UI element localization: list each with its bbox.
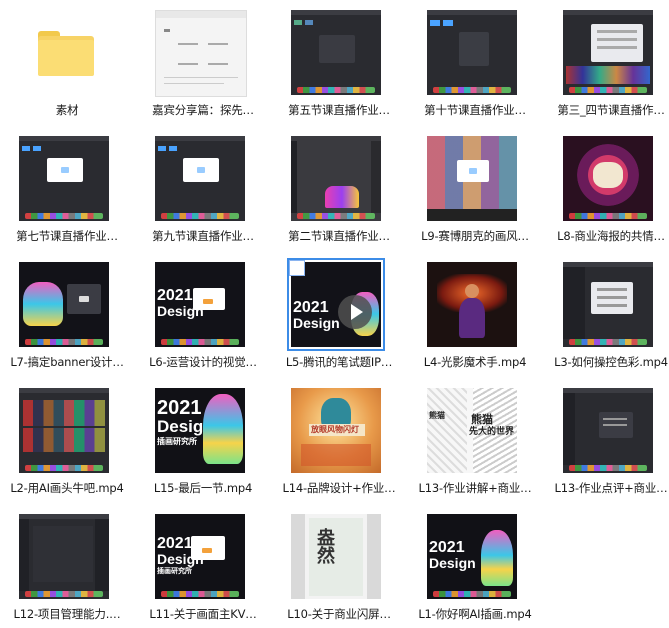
file-item[interactable]: 2021 Design L6-运营设计的视觉… [136, 252, 270, 376]
video-thumbnail [291, 136, 381, 221]
file-item[interactable]: 熊猫 熊猫 先大的世界 L13-作业讲解+商业… [408, 378, 542, 502]
poster-subtitle: 插画研究所 [157, 567, 192, 575]
file-label: L13-作业点评+商业… [554, 481, 668, 495]
poster-title: 熊猫 [429, 411, 445, 420]
video-thumbnail [427, 136, 517, 221]
play-icon[interactable] [338, 295, 372, 329]
file-item[interactable]: L13-作业点评+商业… [544, 378, 669, 502]
file-label: L15-最后一节.mp4 [153, 481, 253, 495]
video-thumbnail: 2021 Design [427, 514, 517, 599]
file-item[interactable]: 第十节课直播作业… [408, 0, 542, 124]
select-checkbox[interactable] [289, 260, 305, 276]
video-thumbnail [563, 10, 653, 95]
file-label: L1-你好啊AI插画.mp4 [418, 607, 532, 621]
file-item[interactable]: 第二节课直播作业… [272, 126, 406, 250]
video-thumbnail: 2021 Design 插画研究所 [155, 514, 245, 599]
poster-title: 先大的世界 [469, 427, 515, 437]
file-label: L13-作业讲解+商业… [418, 481, 532, 495]
video-thumbnail [155, 136, 245, 221]
video-thumbnail [427, 10, 517, 95]
document-thumbnail [155, 10, 247, 97]
video-thumbnail [563, 262, 653, 347]
file-item[interactable]: L12-项目管理能力.… [0, 504, 134, 628]
file-label: L4-光影魔术手.mp4 [423, 355, 527, 369]
file-item[interactable]: 2021 Design 插画研究所 L15-最后一节.mp4 [136, 378, 270, 502]
file-item[interactable]: 第七节课直播作业… [0, 126, 134, 250]
poster-design: Design [429, 555, 476, 571]
file-item[interactable]: 2021 Design L1-你好啊AI插画.mp4 [408, 504, 542, 628]
file-label: L7-搞定banner设计… [10, 355, 124, 369]
file-item-selected[interactable]: 2021 Design L5-腾讯的笔试题IP… [272, 252, 406, 376]
file-label: L6-运营设计的视觉… [149, 355, 257, 369]
file-item[interactable]: L4-光影魔术手.mp4 [408, 252, 542, 376]
file-grid: 素材 嘉宾分享篇：探先… 第五节课直播作业… 第十节课直播作业… 第三_四节课直… [0, 0, 669, 627]
file-label: 素材 [55, 103, 79, 117]
video-thumbnail [563, 388, 653, 473]
poster-calligraphy: 盎然 [314, 528, 335, 564]
file-label: 第十节课直播作业… [424, 103, 526, 117]
file-item[interactable]: 第九节课直播作业… [136, 126, 270, 250]
video-thumbnail: 盎然 [291, 514, 381, 599]
file-label: 第二节课直播作业… [288, 229, 390, 243]
file-item[interactable]: L7-搞定banner设计… [0, 252, 134, 376]
file-item[interactable]: 2021 Design 插画研究所 L11-关于画面主KV… [136, 504, 270, 628]
poster-year: 2021 [157, 397, 202, 419]
poster-design: Design [293, 315, 340, 331]
video-thumbnail [19, 136, 109, 221]
file-label: 嘉宾分享篇：探先… [152, 103, 254, 117]
file-label: 第三_四节课直播作… [557, 103, 665, 117]
file-label: L3-如何操控色彩.mp4 [554, 355, 668, 369]
video-thumbnail [19, 262, 109, 347]
video-thumbnail: 2021 Design [155, 262, 245, 347]
poster-subtitle: 插画研究所 [157, 437, 197, 446]
file-item[interactable]: 嘉宾分享篇：探先… [136, 0, 270, 124]
file-item[interactable]: L9-赛博朋克的画风… [408, 126, 542, 250]
file-item[interactable]: L3-如何操控色彩.mp4 [544, 252, 669, 376]
file-item[interactable]: L2-用AI画头牛吧.mp4 [0, 378, 134, 502]
file-item[interactable]: 放眼风物闪灯 L14-品牌设计+作业… [272, 378, 406, 502]
video-thumbnail [19, 514, 109, 599]
video-thumbnail [563, 136, 653, 221]
poster-year: 2021 [157, 535, 193, 552]
file-item[interactable]: 盎然 L10-关于商业闪屏… [272, 504, 406, 628]
video-thumbnail: 熊猫 熊猫 先大的世界 [427, 388, 517, 473]
file-item-folder[interactable]: 素材 [0, 0, 134, 124]
file-item[interactable]: L8-商业海报的共情… [544, 126, 669, 250]
video-thumbnail: 放眼风物闪灯 [291, 388, 381, 473]
file-label: L12-项目管理能力.… [13, 607, 121, 621]
poster-year: 2021 [157, 287, 193, 304]
file-label: L5-腾讯的笔试题IP… [285, 355, 393, 369]
file-label: L10-关于商业闪屏… [287, 607, 391, 621]
file-label: L9-赛博朋克的画风… [421, 229, 529, 243]
file-label: L11-关于画面主KV… [149, 607, 257, 621]
file-label: L14-品牌设计+作业… [282, 481, 396, 495]
folder-icon [19, 10, 109, 95]
video-thumbnail [291, 10, 381, 95]
poster-title: 熊猫 [471, 413, 493, 426]
file-item[interactable]: 第三_四节课直播作… [544, 0, 669, 124]
file-label: 第五节课直播作业… [288, 103, 390, 117]
file-label: 第七节课直播作业… [16, 229, 118, 243]
file-item[interactable]: 第五节课直播作业… [272, 0, 406, 124]
file-label: L8-商业海报的共情… [557, 229, 665, 243]
file-label: 第九节课直播作业… [152, 229, 254, 243]
poster-year: 2021 [293, 299, 329, 316]
poster-banner: 放眼风物闪灯 [311, 425, 359, 434]
video-thumbnail [19, 388, 109, 473]
poster-year: 2021 [429, 539, 465, 556]
file-label: L2-用AI画头牛吧.mp4 [10, 481, 124, 495]
video-thumbnail [427, 262, 517, 347]
video-thumbnail: 2021 Design 插画研究所 [155, 388, 245, 473]
